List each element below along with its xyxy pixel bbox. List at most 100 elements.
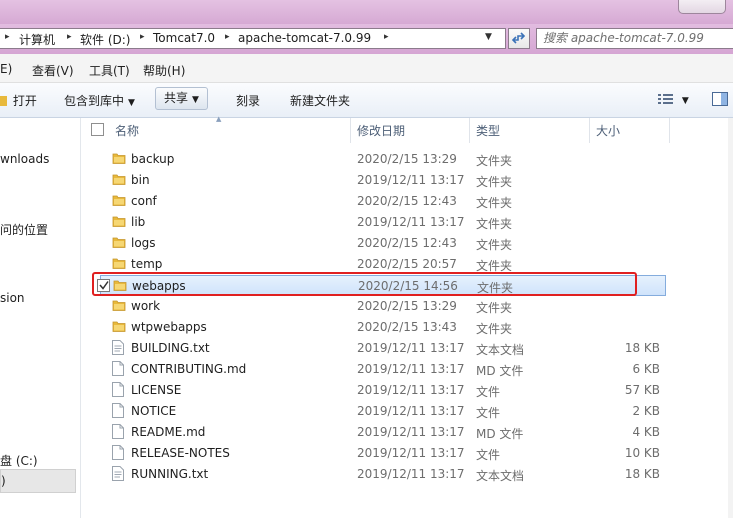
menu-bar: E) 查看(V) 工具(T) 帮助(H) [0,54,733,83]
column-divider[interactable] [350,118,351,143]
file-row[interactable]: BUILDING.txt 2019/12/11 13:17 文本文档 18 KB [100,338,666,359]
file-row[interactable]: NOTICE 2019/12/11 13:17 文件 2 KB [100,401,666,422]
file-type: 文本文档 [476,469,525,483]
file-size: 2 KB [632,404,660,418]
file-name: work [131,299,161,313]
file-size: 4 KB [632,425,660,439]
column-divider[interactable] [589,118,590,143]
file-type: 文件夹 [476,322,513,336]
menu-help[interactable]: 帮助(H) [143,62,185,79]
file-size: 6 KB [632,362,660,376]
file-name: README.md [131,425,206,439]
breadcrumb-drive-d[interactable]: 软件 (D:) [80,31,130,48]
include-library-button[interactable]: 包含到库中 ▼ [64,92,135,109]
vertical-scrollbar[interactable] [728,118,733,518]
open-label: 打开 [12,94,37,108]
column-size[interactable]: 大小 [596,122,620,139]
preview-pane-button[interactable] [712,92,728,109]
close-button[interactable] [678,0,726,14]
chevron-right-icon[interactable]: ▸ [140,32,145,42]
file-type: 文件夹 [476,217,513,231]
file-row[interactable]: work 2020/2/15 13:29 文件夹 [100,296,666,317]
file-row[interactable]: backup 2020/2/15 13:29 文件夹 [100,149,666,170]
file-date: 2019/12/11 13:17 [357,404,465,418]
column-divider[interactable] [469,118,470,143]
file-date: 2020/2/15 13:29 [357,299,457,313]
file-row[interactable]: LICENSE 2019/12/11 13:17 文件 57 KB [100,380,666,401]
menu-edit[interactable]: E) [0,62,12,76]
file-name: RUNNING.txt [131,467,209,481]
file-type: 文本文档 [476,343,525,357]
file-date: 2019/12/11 13:17 [357,425,465,439]
file-row[interactable]: RUNNING.txt 2019/12/11 13:17 文本文档 18 KB [100,464,666,485]
open-button[interactable]: 打开 [0,92,37,109]
file-row[interactable]: lib 2019/12/11 13:17 文件夹 [100,212,666,233]
chevron-down-icon[interactable]: ▼ [485,32,492,42]
menu-tools[interactable]: 工具(T) [89,62,130,79]
refresh-button[interactable] [508,28,530,49]
column-header: 名称 修改日期 类型 大小 [80,118,733,143]
file-date: 2020/2/15 12:43 [357,194,457,208]
folder-icon [112,172,126,189]
select-all-checkbox[interactable] [91,123,104,136]
nav-item-downloads[interactable]: wnloads [0,152,49,166]
burn-button[interactable]: 刻录 [236,92,260,109]
file-name: conf [131,194,157,208]
refresh-icon [511,32,526,44]
file-row[interactable]: conf 2020/2/15 12:43 文件夹 [100,191,666,212]
view-list-icon [658,94,673,104]
file-row[interactable]: bin 2019/12/11 13:17 文件夹 [100,170,666,191]
column-name[interactable]: 名称 [115,122,139,139]
burn-label: 刻录 [236,94,261,108]
folder-icon [112,151,126,168]
column-modified[interactable]: 修改日期 [357,122,405,139]
file-row[interactable]: wtpwebapps 2020/2/15 13:43 文件夹 [100,317,666,338]
file-name: wtpwebapps [131,320,207,334]
chevron-right-icon[interactable]: ▸ [225,32,230,42]
chevron-right-icon[interactable]: ▸ [384,32,389,42]
nav-item-drive-c[interactable]: 盘 (C:) [0,452,38,469]
file-type: 文件夹 [476,301,513,315]
breadcrumb-tomcat[interactable]: Tomcat7.0 [153,31,215,45]
file-row[interactable]: RELEASE-NOTES 2019/12/11 13:17 文件 10 KB [100,443,666,464]
file-row[interactable]: README.md 2019/12/11 13:17 MD 文件 4 KB [100,422,666,443]
file-icon [112,445,124,463]
nav-item-recent-places[interactable]: 问的位置 [0,221,48,238]
file-type: 文件 [476,385,501,399]
file-date: 2019/12/11 13:17 [357,446,465,460]
view-options-button[interactable]: ▼ [658,92,689,106]
breadcrumb-computer[interactable]: 计算机 [19,31,55,48]
nav-item-drive-d[interactable]: ) [0,469,76,493]
file-type: MD 文件 [476,364,524,378]
chevron-right-icon[interactable]: ▸ [5,32,10,42]
file-row[interactable]: logs 2020/2/15 12:43 文件夹 [100,233,666,254]
chevron-right-icon[interactable]: ▸ [67,32,72,42]
column-divider[interactable] [669,118,670,143]
folder-icon [112,235,126,252]
search-box[interactable] [536,28,733,49]
column-type[interactable]: 类型 [476,122,500,139]
breadcrumb-apache-tomcat[interactable]: apache-tomcat-7.0.99 [238,31,371,45]
nav-item-version[interactable]: sion [0,291,25,305]
file-type: 文件夹 [476,238,513,252]
folder-icon [112,256,126,273]
file-size: 18 KB [624,341,660,355]
folder-icon [112,214,126,231]
file-icon [112,424,124,442]
preview-pane-icon [712,92,728,106]
search-input[interactable] [543,30,733,46]
chevron-down-icon: ▼ [681,96,689,106]
folder-icon [112,319,126,336]
address-bar[interactable]: ▸ 计算机 ▸ 软件 (D:) ▸ Tomcat7.0 ▸ apache-tom… [0,28,506,49]
file-date: 2019/12/11 13:17 [357,383,465,397]
file-name: backup [131,152,175,166]
file-type: MD 文件 [476,427,524,441]
file-date: 2019/12/11 13:17 [357,341,465,355]
menu-view[interactable]: 查看(V) [32,62,74,79]
share-button[interactable]: 共享 ▼ [155,87,208,110]
file-name: NOTICE [131,404,177,418]
new-folder-button[interactable]: 新建文件夹 [290,92,350,109]
navigation-pane: wnloads 问的位置 sion 盘 (C:) [0,118,81,518]
file-type: 文件夹 [476,196,513,210]
file-row[interactable]: CONTRIBUTING.md 2019/12/11 13:17 MD 文件 6 KB [100,359,666,380]
